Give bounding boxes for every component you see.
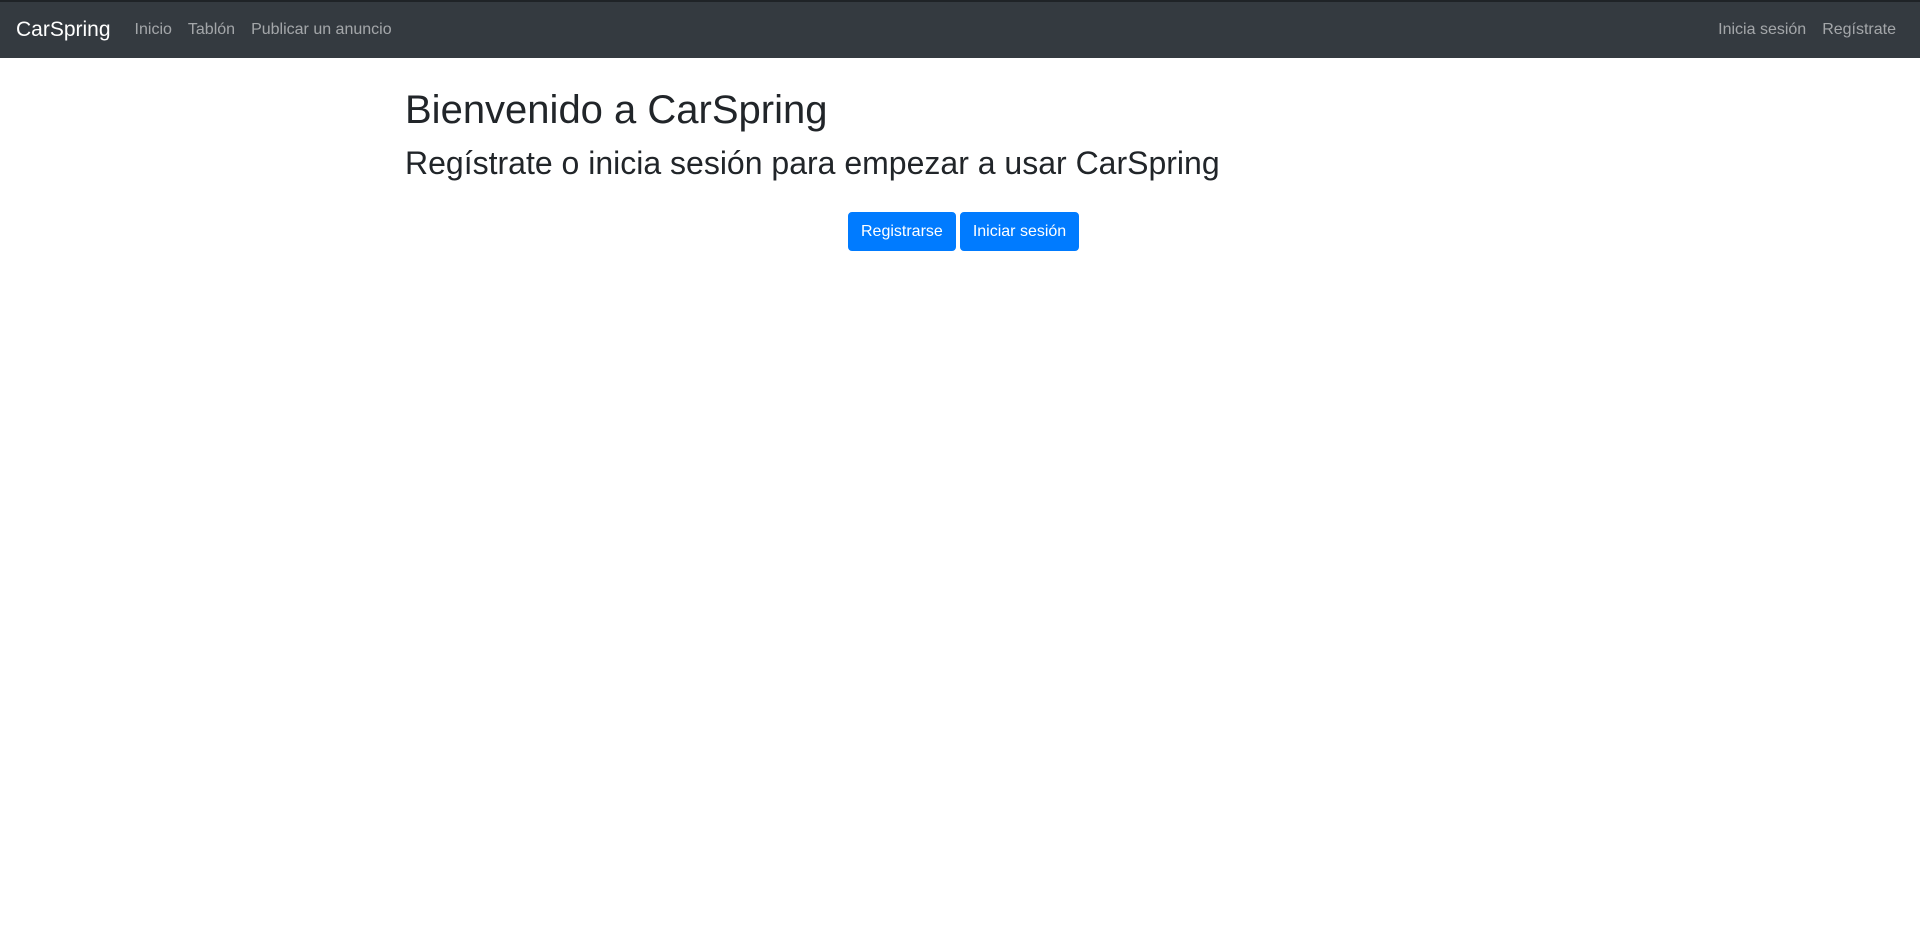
page-title: Bienvenido a CarSpring	[405, 88, 828, 132]
top-navbar: CarSpring Inicio Tablón Publicar un anun…	[0, 0, 1920, 58]
auth-button-group: Registrarse Iniciar sesión	[848, 212, 1083, 251]
nav-link-inicia-sesion[interactable]: Inicia sesión	[1718, 21, 1806, 39]
nav-link-registrate[interactable]: Regístrate	[1822, 21, 1896, 39]
brand-link[interactable]: CarSpring	[16, 18, 111, 42]
login-button[interactable]: Iniciar sesión	[959, 212, 1080, 251]
nav-right-group: Inicia sesión Regístrate	[1718, 21, 1904, 39]
nav-link-tablon[interactable]: Tablón	[188, 21, 235, 39]
nav-left-group: Inicio Tablón Publicar un anuncio	[135, 21, 408, 39]
page-subtitle: Regístrate o inicia sesión para empezar …	[405, 145, 1220, 181]
nav-link-publicar-anuncio[interactable]: Publicar un anuncio	[251, 21, 392, 39]
welcome-container: Bienvenido a CarSpring Regístrate o inic…	[405, 86, 1515, 182]
nav-link-inicio[interactable]: Inicio	[135, 21, 172, 39]
register-button[interactable]: Registrarse	[848, 212, 956, 251]
